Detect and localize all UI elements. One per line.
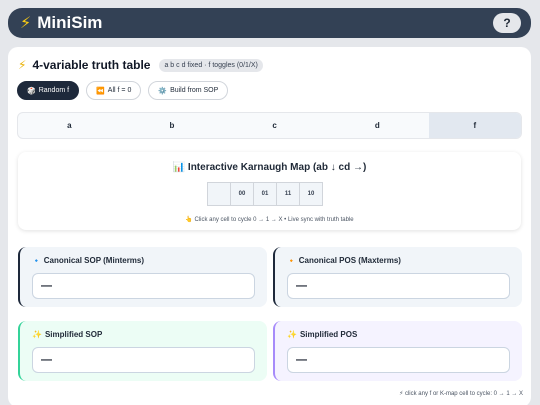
bar-chart-icon: 📊 xyxy=(172,162,186,173)
simplified-sop-label: Simplified SOP xyxy=(44,330,103,339)
simplified-sop-output: — xyxy=(32,347,255,373)
main-card: ⚡ 4-variable truth table a b c d fixed ·… xyxy=(8,47,531,405)
column-a: a xyxy=(67,121,72,130)
truth-table-column-header: a b c d f xyxy=(17,112,522,139)
canonical-sop-output: — xyxy=(32,273,255,299)
app-title: MiniSim xyxy=(37,13,103,32)
sparkles-icon: ✨ xyxy=(32,330,42,339)
lightning-bolt-icon: ⚡ xyxy=(20,15,32,32)
column-f: f xyxy=(428,113,521,138)
canonical-sop-panel: 🔹 Canonical SOP (Minterms) — xyxy=(18,247,267,307)
truth-table-actions: 🎲 Random f ⏪ All f = 0 ⚙️ Build from SOP xyxy=(17,81,229,100)
kmap-column-header-11: 11 xyxy=(276,182,300,206)
canonical-sop-label-row: 🔹 Canonical SOP (Minterms) xyxy=(32,256,255,265)
kmap-hint: 👆 Click any cell to cycle 0 → 1 → X • Li… xyxy=(185,217,354,223)
column-c: c xyxy=(272,121,277,130)
canonical-pos-label-row: 🔸 Canonical POS (Maxterms) xyxy=(287,256,510,265)
kmap-corner-cell xyxy=(207,182,231,206)
canonical-pos-label: Canonical POS (Maxterms) xyxy=(298,256,401,265)
gear-icon: ⚙️ xyxy=(158,87,168,95)
kmap-title-row: 📊 Interactive Karnaugh Map (ab ↓ cd →) xyxy=(18,162,521,173)
lightning-bolt-icon: ⚡ xyxy=(18,58,27,72)
kmap-column-header-01: 01 xyxy=(253,182,277,206)
all-f-zero-label: All f = 0 xyxy=(107,87,132,94)
simplified-sop-label-row: ✨ Simplified SOP xyxy=(32,330,255,339)
blue-diamond-icon: 🔹 xyxy=(32,257,41,265)
truth-table-badge: a b c d fixed · f toggles (0/1/X) xyxy=(159,58,263,72)
random-f-label: Random f xyxy=(38,87,70,94)
kmap-panel: 📊 Interactive Karnaugh Map (ab ↓ cd →) 0… xyxy=(18,152,521,230)
simplified-sop-panel: ✨ Simplified SOP — xyxy=(18,321,267,381)
truth-table-title: 4-variable truth table xyxy=(32,58,151,72)
sparkles-icon: ✨ xyxy=(287,330,297,339)
kmap-column-header-10: 10 xyxy=(299,182,323,206)
brand: ⚡ MiniSim xyxy=(20,13,102,33)
orange-diamond-icon: 🔸 xyxy=(287,257,296,265)
simplified-pos-output: — xyxy=(287,347,510,373)
random-f-button[interactable]: 🎲 Random f xyxy=(17,81,80,100)
canonical-pos-panel: 🔸 Canonical POS (Maxterms) — xyxy=(273,247,522,307)
all-f-zero-button[interactable]: ⏪ All f = 0 xyxy=(86,81,142,100)
column-d: d xyxy=(374,121,380,130)
kmap-title: Interactive Karnaugh Map (ab ↓ cd →) xyxy=(187,162,367,173)
canonical-pos-output: — xyxy=(287,273,510,299)
build-from-sop-label: Build from SOP xyxy=(170,87,219,94)
canonical-sop-label: Canonical SOP (Minterms) xyxy=(43,256,145,265)
dice-icon: 🎲 xyxy=(27,87,36,95)
simplified-pos-panel: ✨ Simplified POS — xyxy=(273,321,522,381)
kmap-column-header-00: 00 xyxy=(230,182,254,206)
simplified-pos-label: Simplified POS xyxy=(299,330,358,339)
help-button[interactable]: ? xyxy=(493,13,521,33)
kmap-grid: 00 01 11 10 xyxy=(207,182,323,206)
column-b: b xyxy=(169,121,175,130)
top-bar: ⚡ MiniSim ? xyxy=(8,8,531,38)
rewind-icon: ⏪ xyxy=(96,87,105,95)
build-from-sop-button[interactable]: ⚙️ Build from SOP xyxy=(148,81,229,100)
truth-table-header: ⚡ 4-variable truth table a b c d fixed ·… xyxy=(18,58,263,72)
footer-hint: ⚡ click any f or K-map cell to cycle: 0 … xyxy=(399,391,523,397)
simplified-pos-label-row: ✨ Simplified POS xyxy=(287,330,510,339)
